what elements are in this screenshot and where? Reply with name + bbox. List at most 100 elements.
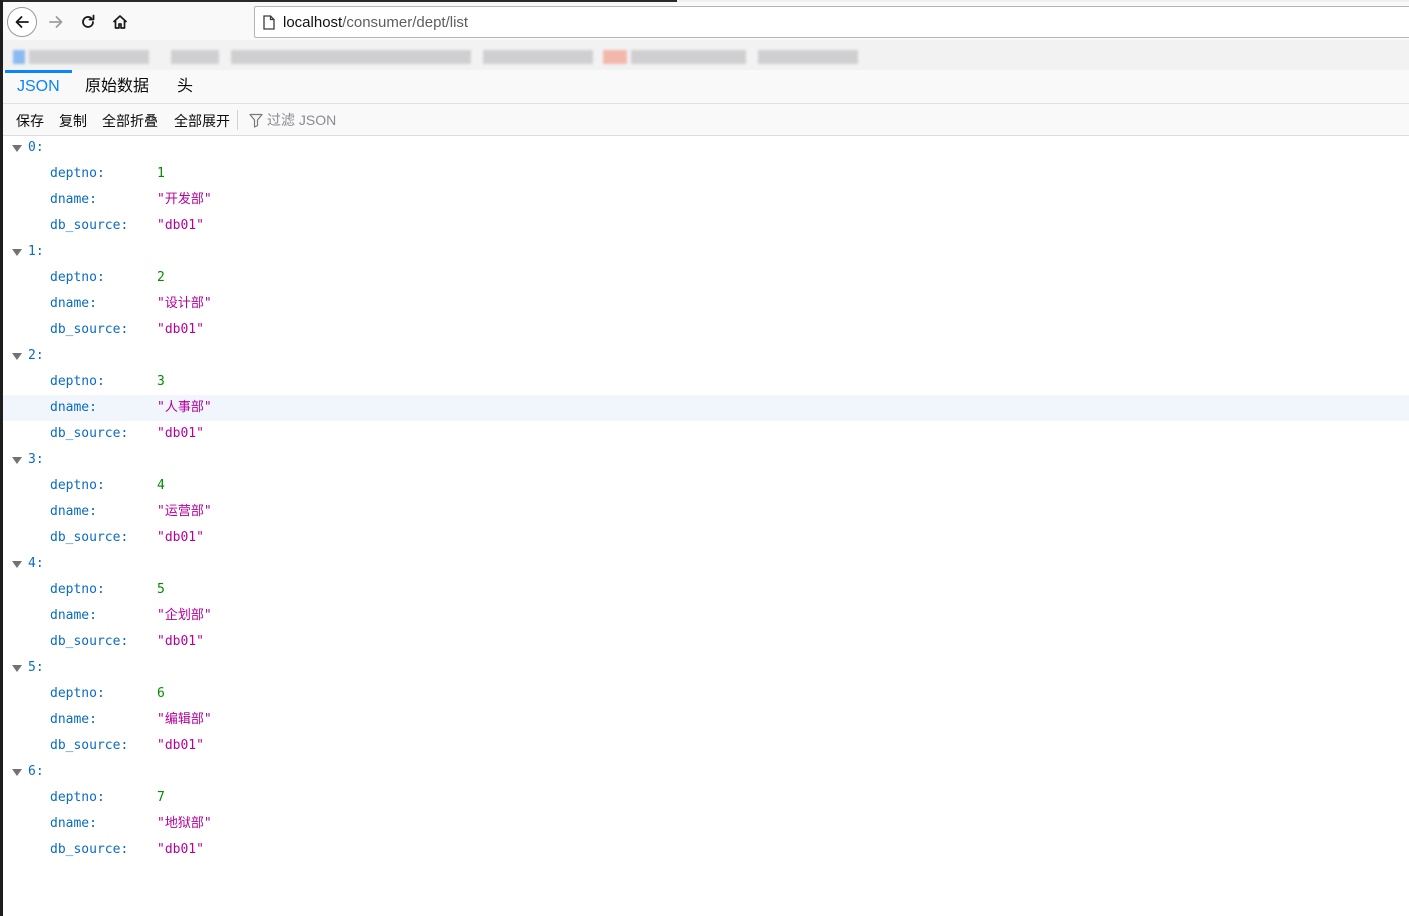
url-text: localhost/consumer/dept/list	[283, 14, 468, 31]
json-property-row[interactable]: deptno: 4	[3, 473, 1409, 499]
property-value: 7	[157, 790, 165, 805]
json-property-row[interactable]: deptno: 3	[3, 369, 1409, 395]
property-key: deptno:	[50, 374, 105, 389]
property-key: deptno:	[50, 270, 105, 285]
json-property-row[interactable]: db_source: "db01"	[3, 421, 1409, 447]
forward-arrow-icon	[49, 16, 63, 28]
bookmarks-toolbar-blurred	[3, 40, 1409, 72]
object-index-key: 5:	[28, 660, 44, 675]
json-property-row[interactable]: dname: "设计部"	[3, 291, 1409, 317]
json-property-row[interactable]: dname: "开发部"	[3, 187, 1409, 213]
property-key: dname:	[50, 816, 97, 831]
json-property-row[interactable]: dname: "人事部"	[3, 395, 1409, 421]
address-bar[interactable]: localhost/consumer/dept/list	[254, 6, 1409, 38]
property-value: 4	[157, 478, 165, 493]
viewer-tabs: JSON 原始数据 头	[3, 70, 1409, 104]
property-value: "db01"	[157, 738, 204, 753]
back-arrow-icon	[15, 16, 29, 28]
property-key: db_source:	[50, 322, 129, 337]
property-value: "地狱部"	[157, 816, 212, 831]
expand-toggle-icon[interactable]	[12, 249, 22, 256]
expand-toggle-icon[interactable]	[12, 353, 22, 360]
json-property-row[interactable]: db_source: "db01"	[3, 629, 1409, 655]
collapse-all-button[interactable]: 全部折叠	[102, 111, 158, 131]
property-value: "开发部"	[157, 192, 212, 207]
object-index-key: 6:	[28, 764, 44, 779]
expand-toggle-icon[interactable]	[12, 457, 22, 464]
property-value: 5	[157, 582, 165, 597]
json-property-row[interactable]: deptno: 5	[3, 577, 1409, 603]
property-value: "人事部"	[157, 400, 212, 415]
json-property-row[interactable]: dname: "地狱部"	[3, 811, 1409, 837]
json-object-row[interactable]: 3:	[3, 447, 1409, 473]
property-value: 1	[157, 166, 165, 181]
home-icon	[112, 15, 128, 29]
property-key: deptno:	[50, 582, 105, 597]
json-property-row[interactable]: db_source: "db01"	[3, 317, 1409, 343]
property-key: db_source:	[50, 530, 129, 545]
json-object-row[interactable]: 5:	[3, 655, 1409, 681]
property-key: db_source:	[50, 426, 129, 441]
json-property-row[interactable]: deptno: 6	[3, 681, 1409, 707]
blurred-bookmark	[29, 50, 149, 64]
copy-button[interactable]: 复制	[59, 111, 87, 131]
json-property-row[interactable]: deptno: 1	[3, 161, 1409, 187]
property-value: 2	[157, 270, 165, 285]
json-tree: 0: deptno: 1 dname: "开发部" db_source: "db01" 1: d…	[3, 135, 1409, 916]
property-value: "db01"	[157, 322, 204, 337]
json-object-row[interactable]: 1:	[3, 239, 1409, 265]
object-index-key: 2:	[28, 348, 44, 363]
json-property-row[interactable]: deptno: 2	[3, 265, 1409, 291]
blurred-bookmark	[603, 50, 627, 64]
property-value: "db01"	[157, 426, 204, 441]
property-key: dname:	[50, 296, 97, 311]
property-key: db_source:	[50, 842, 129, 857]
json-property-row[interactable]: db_source: "db01"	[3, 733, 1409, 759]
property-key: dname:	[50, 400, 97, 415]
toolbar-divider	[237, 110, 238, 130]
object-index-key: 4:	[28, 556, 44, 571]
expand-toggle-icon[interactable]	[12, 561, 22, 568]
json-property-row[interactable]: dname: "编辑部"	[3, 707, 1409, 733]
property-value: "db01"	[157, 842, 204, 857]
json-property-row[interactable]: db_source: "db01"	[3, 213, 1409, 239]
json-object-row[interactable]: 6:	[3, 759, 1409, 785]
json-property-row[interactable]: dname: "企划部"	[3, 603, 1409, 629]
home-button[interactable]	[105, 7, 135, 37]
json-property-row[interactable]: deptno: 7	[3, 785, 1409, 811]
url-path: /consumer/dept/list	[342, 14, 469, 31]
expand-all-button[interactable]: 全部展开	[174, 111, 230, 131]
filter-json-input[interactable]	[267, 112, 467, 128]
filter-icon	[249, 113, 263, 128]
forward-button[interactable]	[41, 7, 71, 37]
tab-raw-data[interactable]: 原始数据	[73, 70, 161, 103]
json-property-row[interactable]: dname: "运营部"	[3, 499, 1409, 525]
blurred-bookmark	[758, 50, 858, 64]
property-key: db_source:	[50, 634, 129, 649]
reload-button[interactable]	[73, 7, 103, 37]
json-property-row[interactable]: db_source: "db01"	[3, 525, 1409, 551]
property-key: db_source:	[50, 218, 129, 233]
property-key: dname:	[50, 504, 97, 519]
expand-toggle-icon[interactable]	[12, 769, 22, 776]
object-index-key: 0:	[28, 140, 44, 155]
save-button[interactable]: 保存	[16, 111, 44, 131]
property-value: "编辑部"	[157, 712, 212, 727]
back-button[interactable]	[7, 7, 37, 37]
json-property-row[interactable]: db_source: "db01"	[3, 837, 1409, 863]
tab-json[interactable]: JSON	[5, 70, 72, 103]
blurred-bookmark	[631, 50, 746, 64]
expand-toggle-icon[interactable]	[12, 665, 22, 672]
blurred-bookmark	[483, 50, 593, 64]
property-value: "db01"	[157, 634, 204, 649]
json-object-row[interactable]: 0:	[3, 135, 1409, 161]
json-object-row[interactable]: 2:	[3, 343, 1409, 369]
property-key: dname:	[50, 712, 97, 727]
filter-box[interactable]	[249, 110, 467, 130]
tab-headers[interactable]: 头	[165, 70, 205, 103]
property-key: deptno:	[50, 478, 105, 493]
expand-toggle-icon[interactable]	[12, 145, 22, 152]
property-key: deptno:	[50, 166, 105, 181]
json-object-row[interactable]: 4:	[3, 551, 1409, 577]
page-icon	[263, 15, 275, 30]
